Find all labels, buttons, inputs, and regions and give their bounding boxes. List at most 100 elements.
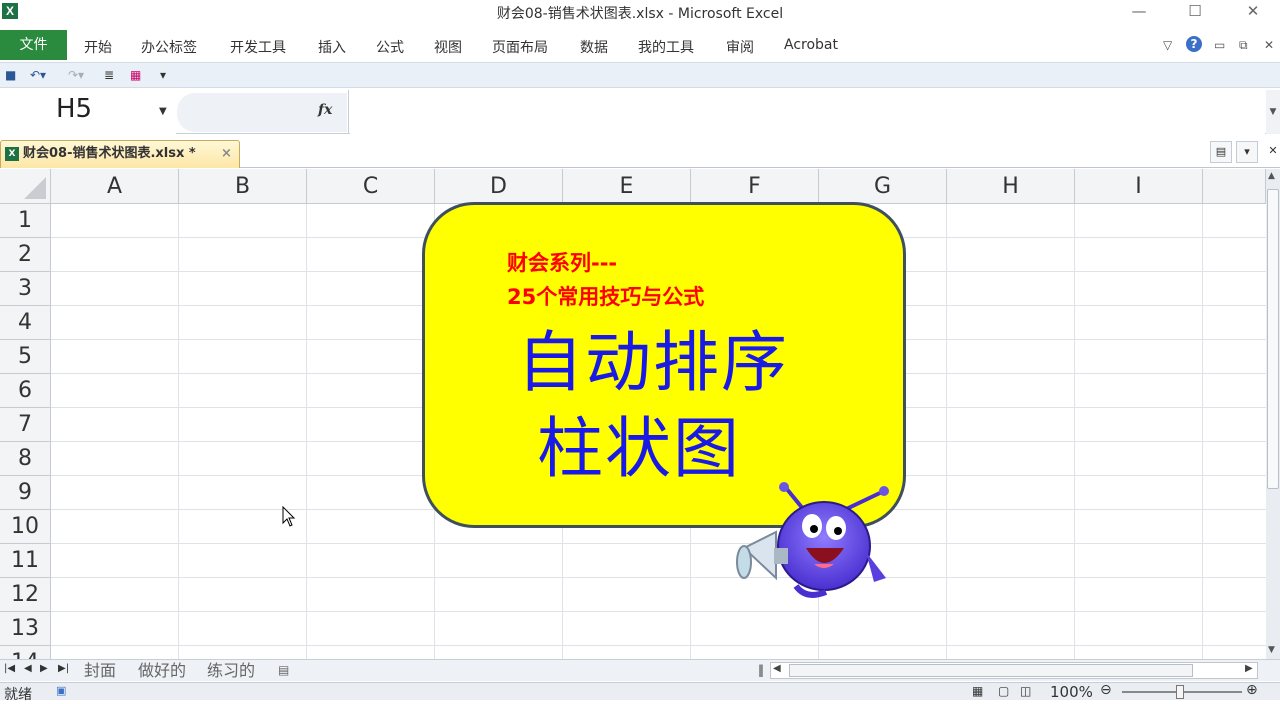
- customize-toolbar-icon[interactable]: ▾: [160, 68, 166, 82]
- expand-formula-bar-icon[interactable]: ▼: [1266, 90, 1280, 134]
- row-header-7[interactable]: 7: [0, 408, 51, 442]
- next-sheet-icon[interactable]: ▶: [40, 663, 48, 674]
- callout-title-line2: 柱状图: [537, 410, 741, 487]
- row-header-4[interactable]: 4: [0, 306, 51, 340]
- align-icon[interactable]: ≣: [104, 68, 114, 82]
- row-header-2[interactable]: 2: [0, 238, 51, 272]
- tab-data[interactable]: 数据: [580, 37, 608, 57]
- undo-icon[interactable]: ↶▾: [30, 68, 46, 82]
- row-header-13[interactable]: 13: [0, 612, 51, 646]
- workbook-icon: X: [5, 147, 19, 161]
- page-layout-view-icon[interactable]: ▢: [998, 684, 1009, 698]
- workbook-minimize-icon[interactable]: ▭: [1214, 38, 1225, 52]
- row-header-12[interactable]: 12: [0, 578, 51, 612]
- close-document-icon[interactable]: ✕: [1262, 141, 1280, 163]
- row-header-10[interactable]: 10: [0, 510, 51, 544]
- tab-developer[interactable]: 开发工具: [230, 37, 286, 57]
- new-document-icon[interactable]: ▤: [1210, 141, 1232, 163]
- horizontal-scroll-thumb[interactable]: [789, 664, 1193, 677]
- sheet-tab-practice[interactable]: 练习的: [207, 660, 255, 681]
- tab-list-dropdown-icon[interactable]: ▾: [1236, 141, 1258, 163]
- quick-access-toolbar: ■ ↶▾ ↷▾ ≣ ▦ ▾: [0, 62, 1280, 88]
- sheet-tab-finished[interactable]: 做好的: [138, 660, 186, 681]
- title-callout-shape[interactable]: 财会系列--- 25个常用技巧与公式 自动排序 柱状图: [422, 202, 906, 528]
- zoom-in-icon[interactable]: ⊕: [1246, 682, 1258, 698]
- tab-office-label[interactable]: 办公标签: [141, 37, 197, 57]
- tab-view[interactable]: 视图: [434, 37, 462, 57]
- zoom-out-icon[interactable]: ⊖: [1100, 682, 1112, 698]
- scroll-left-icon[interactable]: ◀: [773, 663, 781, 674]
- scroll-up-icon[interactable]: ▲: [1268, 171, 1275, 181]
- workbook-restore-icon[interactable]: ⧉: [1239, 38, 1248, 53]
- scroll-down-icon[interactable]: ▼: [1268, 645, 1275, 655]
- column-header-f[interactable]: F: [691, 169, 819, 204]
- column-header-h[interactable]: H: [947, 169, 1075, 204]
- column-header-d[interactable]: D: [435, 169, 563, 204]
- tab-split-handle[interactable]: ‖: [758, 663, 764, 677]
- document-tab[interactable]: X 财会08-销售术状图表.xlsx * ×: [0, 140, 240, 168]
- row-header-8[interactable]: 8: [0, 442, 51, 476]
- page-break-view-icon[interactable]: ◫: [1020, 684, 1031, 698]
- tab-review[interactable]: 审阅: [726, 37, 754, 57]
- minimize-button[interactable]: —: [1116, 0, 1162, 24]
- close-tab-icon[interactable]: ×: [221, 141, 232, 167]
- row-header-1[interactable]: 1: [0, 204, 51, 238]
- column-header-a[interactable]: A: [51, 169, 179, 204]
- last-sheet-icon[interactable]: ▶|: [58, 663, 69, 674]
- help-icon[interactable]: ?: [1186, 36, 1202, 52]
- close-window-button[interactable]: ✕: [1230, 0, 1276, 24]
- column-header-j[interactable]: [1203, 169, 1266, 204]
- format-painter-icon[interactable]: ▦: [130, 68, 141, 82]
- macro-record-icon[interactable]: ▣: [56, 684, 66, 697]
- save-icon[interactable]: ■: [5, 68, 16, 82]
- redo-icon[interactable]: ↷▾: [68, 68, 84, 82]
- scroll-right-icon[interactable]: ▶: [1245, 663, 1253, 674]
- normal-view-icon[interactable]: ▦: [972, 684, 983, 698]
- vertical-scrollbar[interactable]: ▲ ▼: [1266, 169, 1280, 659]
- vertical-scroll-thumb[interactable]: [1267, 189, 1279, 489]
- name-box-dropdown-icon[interactable]: ▼: [159, 106, 167, 117]
- megaphone-mascot-image[interactable]: [736, 482, 892, 602]
- mouse-pointer-icon: [282, 506, 296, 527]
- collapse-ribbon-icon[interactable]: ▽: [1163, 38, 1172, 52]
- zoom-level[interactable]: 100%: [1050, 683, 1093, 701]
- title-bar: X 财会08-销售术状图表.xlsx - Microsoft Excel — ☐…: [0, 0, 1280, 24]
- column-header-c[interactable]: C: [307, 169, 435, 204]
- column-header-i[interactable]: I: [1075, 169, 1203, 204]
- tab-home[interactable]: 开始: [84, 37, 112, 57]
- callout-subtitle-line1: 财会系列---: [507, 251, 618, 275]
- sheet-tab-cover[interactable]: 封面: [84, 660, 116, 681]
- prev-sheet-icon[interactable]: ◀: [24, 663, 32, 674]
- gridline: [178, 204, 179, 659]
- callout-subtitle-line2: 25个常用技巧与公式: [507, 285, 705, 309]
- row-header-6[interactable]: 6: [0, 374, 51, 408]
- first-sheet-icon[interactable]: |◀: [4, 663, 15, 674]
- column-header-g[interactable]: G: [819, 169, 947, 204]
- row-header-14[interactable]: 14: [0, 646, 51, 659]
- column-header-b[interactable]: B: [179, 169, 307, 204]
- select-all-corner[interactable]: [0, 169, 51, 204]
- row-header-5[interactable]: 5: [0, 340, 51, 374]
- tab-my-tools[interactable]: 我的工具: [638, 37, 694, 57]
- document-tab-bar: X 财会08-销售术状图表.xlsx * × ▤ ▾ ✕: [0, 138, 1280, 168]
- formula-bar: H5 ▼ fx ▼: [0, 90, 1280, 134]
- tab-formulas[interactable]: 公式: [376, 37, 404, 57]
- gridline: [946, 204, 947, 659]
- worksheet-grid[interactable]: A B C D E F G H I 1 2 3 4 5 6 7 8 9 10 1…: [0, 169, 1266, 659]
- tab-acrobat[interactable]: Acrobat: [784, 37, 838, 53]
- name-box[interactable]: H5 ▼: [0, 90, 176, 134]
- formula-input[interactable]: [350, 90, 1265, 134]
- maximize-button[interactable]: ☐: [1172, 0, 1218, 24]
- insert-function-icon[interactable]: fx: [318, 102, 332, 118]
- column-header-e[interactable]: E: [563, 169, 691, 204]
- zoom-slider-thumb[interactable]: [1176, 685, 1184, 699]
- tab-insert[interactable]: 插入: [318, 37, 346, 57]
- insert-sheet-icon[interactable]: ▤: [278, 660, 289, 681]
- row-header-11[interactable]: 11: [0, 544, 51, 578]
- horizontal-scrollbar[interactable]: ◀ ▶: [770, 662, 1258, 679]
- row-header-3[interactable]: 3: [0, 272, 51, 306]
- row-header-9[interactable]: 9: [0, 476, 51, 510]
- tab-page-layout[interactable]: 页面布局: [492, 37, 548, 57]
- tab-file[interactable]: 文件: [0, 30, 67, 60]
- workbook-close-icon[interactable]: ✕: [1264, 38, 1274, 52]
